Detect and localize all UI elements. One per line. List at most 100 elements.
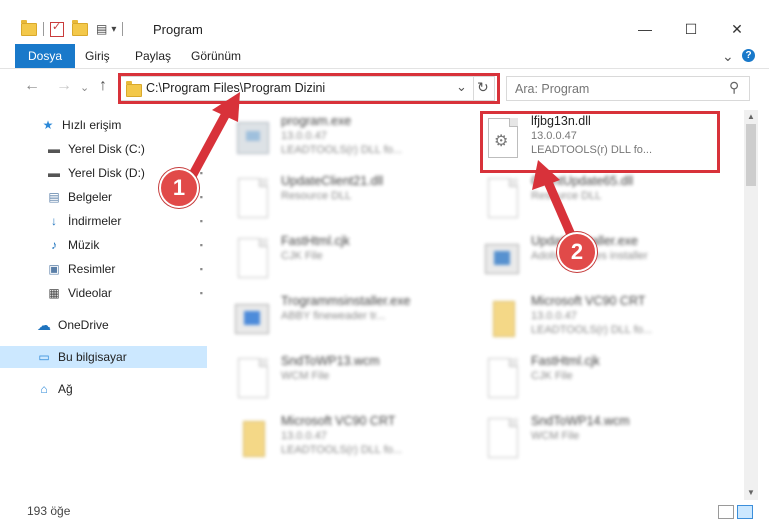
sidebar-item-network[interactable]: ⌂ Ağ xyxy=(0,378,207,400)
manifest-icon xyxy=(485,298,519,338)
file-name: program.exe xyxy=(281,114,352,128)
back-button[interactable]: ← xyxy=(24,77,40,95)
sidebar-item-label: Hızlı erişim xyxy=(62,118,122,132)
search-input[interactable] xyxy=(513,79,717,99)
new-folder-icon[interactable] xyxy=(72,19,88,36)
tab-file[interactable]: Dosya xyxy=(15,44,76,68)
step-2-badge: 2 xyxy=(557,232,597,272)
file-name: SndToWP13.wcm xyxy=(281,354,380,368)
file-item[interactable]: UpdateInstaller.exe Adobe Updates instal… xyxy=(475,230,720,284)
dll-icon xyxy=(485,178,519,218)
help-icon[interactable]: ? xyxy=(742,49,755,62)
sidebar-item-onedrive[interactable]: ☁ OneDrive xyxy=(0,314,207,336)
sidebar-item-label: Müzik xyxy=(68,238,100,252)
sidebar-item-label: Ağ xyxy=(58,382,73,396)
cloud-icon: ☁ xyxy=(37,316,51,333)
sidebar-item-label: Resimler xyxy=(68,262,116,276)
file-detail: ABBY fineweader tr... xyxy=(281,310,386,322)
sidebar-item-quick-access[interactable]: ★ Hızlı erişim xyxy=(0,114,207,136)
exe-icon xyxy=(235,118,269,158)
properties-icon[interactable]: ✓ xyxy=(50,21,64,37)
file-detail: Resource DLL xyxy=(531,190,602,202)
download-icon: ↓ xyxy=(51,214,57,228)
file-item[interactable]: Microsoft VC90 CRT 13.0.0.47 LEADTOOLS(r… xyxy=(225,410,470,464)
sidebar-item-videos[interactable]: ▦ Videolar ▪ xyxy=(0,282,207,304)
file-item[interactable]: SndToWP13.wcm WCM File xyxy=(225,350,470,404)
music-icon: ♪ xyxy=(51,238,57,252)
sidebar-item-this-pc[interactable]: ▭ Bu bilgisayar xyxy=(0,346,207,368)
sidebar-item-local-disk-c[interactable]: ▬ Yerel Disk (C:) xyxy=(0,138,207,160)
window-title: Program xyxy=(153,22,203,37)
installer-icon xyxy=(485,238,519,278)
file-name: Trogrammsinstaller.exe xyxy=(281,294,411,308)
up-button[interactable]: ↑ xyxy=(99,77,107,95)
sidebar-item-pictures[interactable]: ▣ Resimler ▪ xyxy=(0,258,207,280)
pin-icon: ▪ xyxy=(199,216,203,226)
sidebar-item-label: İndirmeler xyxy=(68,214,122,228)
file-item[interactable]: ClientUpdate65.dll Resource DLL xyxy=(475,170,720,224)
file-item[interactable]: Microsoft VC90 CRT 13.0.0.47 LEADTOOLS(r… xyxy=(475,290,720,344)
pin-icon: ▪ xyxy=(199,288,203,298)
recent-locations-icon[interactable]: ⌄ xyxy=(80,81,89,94)
pin-icon: ▪ xyxy=(199,168,203,178)
file-item[interactable]: UpdateClient21.dll Resource DLL xyxy=(225,170,470,224)
file-name: SndToWP14.wcm xyxy=(531,414,630,428)
tab-share[interactable]: Paylaş xyxy=(135,44,171,68)
file-item[interactable]: Trogrammsinstaller.exe ABBY fineweader t… xyxy=(225,290,470,344)
minimize-button[interactable]: — xyxy=(622,14,668,44)
file-item[interactable]: FastHtml.cjk CJK File xyxy=(475,350,720,404)
tab-view[interactable]: Görünüm xyxy=(191,44,241,68)
large-icons-view-button[interactable] xyxy=(737,505,753,519)
sidebar-item-label: Yerel Disk (C:) xyxy=(68,142,145,156)
file-detail: WCM File xyxy=(531,430,580,442)
sidebar-item-label: Belgeler xyxy=(68,190,113,204)
vertical-scrollbar[interactable]: ▲ ▼ xyxy=(744,110,758,500)
video-icon: ▦ xyxy=(48,286,60,300)
file-icon xyxy=(235,238,269,278)
forward-button[interactable]: → xyxy=(56,77,72,95)
file-name: FastHtml.cjk xyxy=(531,354,600,368)
customize-toolbar-icon[interactable]: ▾ xyxy=(111,24,116,35)
divider xyxy=(43,22,44,36)
file-detail: LEADTOOLS(r) DLL fo... xyxy=(281,144,403,156)
file-detail: CJK File xyxy=(531,370,573,382)
folder-icon xyxy=(21,19,37,36)
file-item[interactable]: FastHtml.cjk CJK File xyxy=(225,230,470,284)
file-icon xyxy=(485,418,519,458)
file-name: UpdateClient21.dll xyxy=(281,174,384,188)
file-detail: LEADTOOLS(r) DLL fo... xyxy=(531,324,653,336)
file-detail: 13.0.0.47 xyxy=(531,310,577,322)
sidebar-item-downloads[interactable]: ↓ İndirmeler ▪ xyxy=(0,210,207,232)
view-options-icon[interactable]: ▤ xyxy=(96,22,107,36)
dll-icon xyxy=(235,178,269,218)
details-view-button[interactable] xyxy=(718,505,734,519)
search-box[interactable]: ⚲ xyxy=(506,76,750,101)
scrollbar-thumb[interactable] xyxy=(746,124,756,186)
file-name: Microsoft VC90 CRT xyxy=(281,414,396,428)
network-icon: ⌂ xyxy=(40,382,48,396)
expand-ribbon-icon[interactable]: ⌄ xyxy=(722,44,734,68)
file-detail: 13.0.0.47 xyxy=(281,430,327,442)
manifest-icon xyxy=(235,418,269,458)
pin-icon: ▪ xyxy=(199,192,203,202)
close-button[interactable]: ✕ xyxy=(714,14,760,44)
sidebar-item-label: OneDrive xyxy=(58,318,109,332)
search-icon: ⚲ xyxy=(729,79,740,95)
maximize-button[interactable]: ☐ xyxy=(668,14,714,44)
drive-icon: ▬ xyxy=(48,142,60,156)
pin-icon: ▪ xyxy=(199,264,203,274)
scroll-up-icon[interactable]: ▲ xyxy=(744,110,758,124)
file-name: Microsoft VC90 CRT xyxy=(531,294,646,308)
file-item[interactable]: SndToWP14.wcm WCM File xyxy=(475,410,720,464)
divider xyxy=(122,22,124,36)
item-count: 193 öğe xyxy=(27,504,71,518)
quick-access-toolbar: ✓ ▤ ▾ xyxy=(21,19,129,38)
file-item[interactable]: program.exe 13.0.0.47 LEADTOOLS(r) DLL f… xyxy=(225,110,470,164)
pin-icon: ▪ xyxy=(199,240,203,250)
sidebar-item-music[interactable]: ♪ Müzik ▪ xyxy=(0,234,207,256)
title-bar: ✓ ▤ ▾ Program — ☐ ✕ xyxy=(0,0,769,44)
address-highlight xyxy=(118,73,500,104)
tab-home[interactable]: Giriş xyxy=(85,44,110,68)
scroll-down-icon[interactable]: ▼ xyxy=(744,486,758,500)
file-name: FastHtml.cjk xyxy=(281,234,350,248)
